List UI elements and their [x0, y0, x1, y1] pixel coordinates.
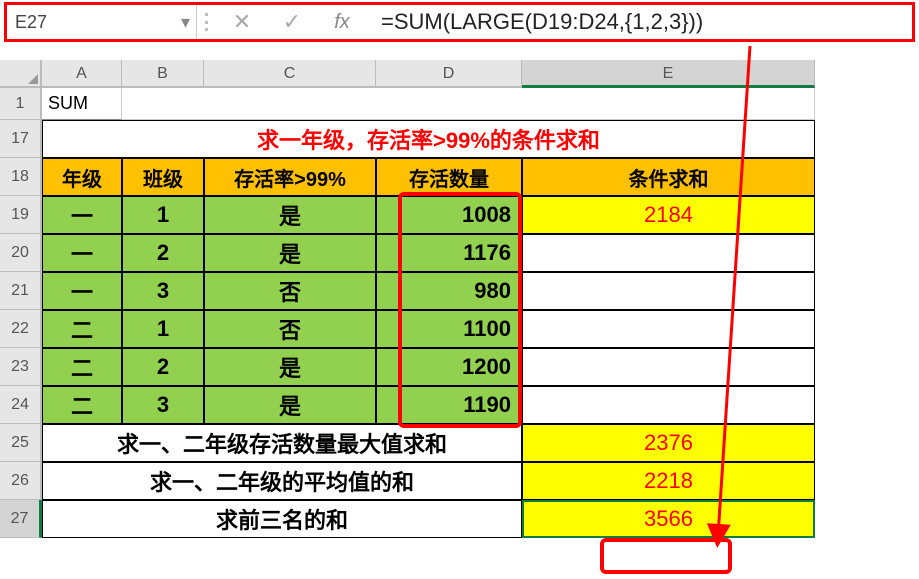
row-header-18[interactable]: 18	[0, 158, 42, 196]
summary-label-25[interactable]: 求一、二年级存活数量最大值求和	[42, 424, 522, 462]
cell-a24[interactable]: 二	[42, 386, 122, 424]
cell-c24[interactable]: 是	[204, 386, 376, 424]
cell-b24[interactable]: 3	[122, 386, 204, 424]
cell-a21[interactable]: 一	[42, 272, 122, 310]
header-d[interactable]: 存活数量	[376, 158, 522, 196]
cell-a19[interactable]: 一	[42, 196, 122, 234]
cell-d23[interactable]: 1200	[376, 348, 522, 386]
cell-b20[interactable]: 2	[122, 234, 204, 272]
cell-a22[interactable]: 二	[42, 310, 122, 348]
cell-e21[interactable]	[522, 272, 815, 310]
col-header-a[interactable]: A	[42, 60, 122, 88]
summary-label-27[interactable]: 求前三名的和	[42, 500, 522, 538]
cell-b22[interactable]: 1	[122, 310, 204, 348]
cell-d21[interactable]: 980	[376, 272, 522, 310]
cell-d22[interactable]: 1100	[376, 310, 522, 348]
cell-b21[interactable]: 3	[122, 272, 204, 310]
summary-label-26[interactable]: 求一、二年级的平均值的和	[42, 462, 522, 500]
row-27: 27 求前三名的和 3566	[0, 500, 919, 538]
row-header-27[interactable]: 27	[0, 500, 42, 538]
title-cell[interactable]: 求一年级，存活率>99%的条件求和	[42, 120, 815, 158]
row-26: 26 求一、二年级的平均值的和 2218	[0, 462, 919, 500]
name-box-dropdown-icon[interactable]: ▾	[181, 12, 190, 33]
fx-icon[interactable]: fx	[317, 5, 367, 39]
formula-text: =SUM(LARGE(D19:D24,{1,2,3}))	[381, 9, 703, 35]
row-17: 17 求一年级，存活率>99%的条件求和	[0, 120, 919, 158]
formula-input[interactable]: =SUM(LARGE(D19:D24,{1,2,3}))	[367, 5, 912, 39]
summary-value-26[interactable]: 2218	[522, 462, 815, 500]
row-header-17[interactable]: 17	[0, 120, 42, 158]
col-header-e[interactable]: E	[522, 60, 815, 88]
row-header-21[interactable]: 21	[0, 272, 42, 310]
cell-e23[interactable]	[522, 348, 815, 386]
cell-d20[interactable]: 1176	[376, 234, 522, 272]
cell-e27-selected[interactable]: 3566	[522, 500, 815, 538]
annotation-box-e27	[600, 538, 732, 574]
confirm-icon[interactable]: ✓	[267, 5, 317, 39]
cell-c23[interactable]: 是	[204, 348, 376, 386]
row-header-24[interactable]: 24	[0, 386, 42, 424]
cell-a20[interactable]: 一	[42, 234, 122, 272]
cell-e20[interactable]	[522, 234, 815, 272]
cell-b23[interactable]: 2	[122, 348, 204, 386]
row-24: 24 二 3 是 1190	[0, 386, 919, 424]
col-header-d[interactable]: D	[376, 60, 522, 88]
row-23: 23 二 2 是 1200	[0, 348, 919, 386]
cell-c20[interactable]: 是	[204, 234, 376, 272]
formula-bar: E27 ▾ ✕ ✓ fx =SUM(LARGE(D19:D24,{1,2,3})…	[4, 2, 915, 42]
header-e[interactable]: 条件求和	[522, 158, 815, 196]
cell-d24[interactable]: 1190	[376, 386, 522, 424]
row-19: 19 一 1 是 1008 2184	[0, 196, 919, 234]
cell-a23[interactable]: 二	[42, 348, 122, 386]
row-header-26[interactable]: 26	[0, 462, 42, 500]
row-header-19[interactable]: 19	[0, 196, 42, 234]
cell-b19[interactable]: 1	[122, 196, 204, 234]
col-header-b[interactable]: B	[122, 60, 204, 88]
header-c[interactable]: 存活率>99%	[204, 158, 376, 196]
cell-e22[interactable]	[522, 310, 815, 348]
name-box[interactable]: E27 ▾	[7, 5, 197, 39]
row-20: 20 一 2 是 1176	[0, 234, 919, 272]
row-header-1[interactable]: 1	[0, 88, 42, 120]
cell-c21[interactable]: 否	[204, 272, 376, 310]
cell-c22[interactable]: 否	[204, 310, 376, 348]
col-header-c[interactable]: C	[204, 60, 376, 88]
divider-grip[interactable]	[197, 5, 217, 39]
row-25: 25 求一、二年级存活数量最大值求和 2376	[0, 424, 919, 462]
row-header-20[interactable]: 20	[0, 234, 42, 272]
cell-c19[interactable]: 是	[204, 196, 376, 234]
cell-e24[interactable]	[522, 386, 815, 424]
cancel-icon[interactable]: ✕	[217, 5, 267, 39]
cell-e19[interactable]: 2184	[522, 196, 815, 234]
row-21: 21 一 3 否 980	[0, 272, 919, 310]
cell-a1[interactable]: SUM	[42, 88, 122, 120]
row-header-25[interactable]: 25	[0, 424, 42, 462]
header-b[interactable]: 班级	[122, 158, 204, 196]
row-22: 22 二 1 否 1100	[0, 310, 919, 348]
spreadsheet-grid: A B C D E 1 SUM 17 求一年级，存活率>99%的条件求和 18 …	[0, 60, 919, 538]
cell-d19[interactable]: 1008	[376, 196, 522, 234]
column-headers: A B C D E	[42, 60, 919, 88]
select-all-corner[interactable]	[0, 60, 42, 88]
row-header-23[interactable]: 23	[0, 348, 42, 386]
header-a[interactable]: 年级	[42, 158, 122, 196]
name-box-value: E27	[15, 12, 47, 33]
row-18: 18 年级 班级 存活率>99% 存活数量 条件求和	[0, 158, 919, 196]
cell-b1-e1[interactable]	[122, 88, 815, 120]
row-1: 1 SUM	[0, 88, 919, 120]
row-header-22[interactable]: 22	[0, 310, 42, 348]
summary-value-25[interactable]: 2376	[522, 424, 815, 462]
